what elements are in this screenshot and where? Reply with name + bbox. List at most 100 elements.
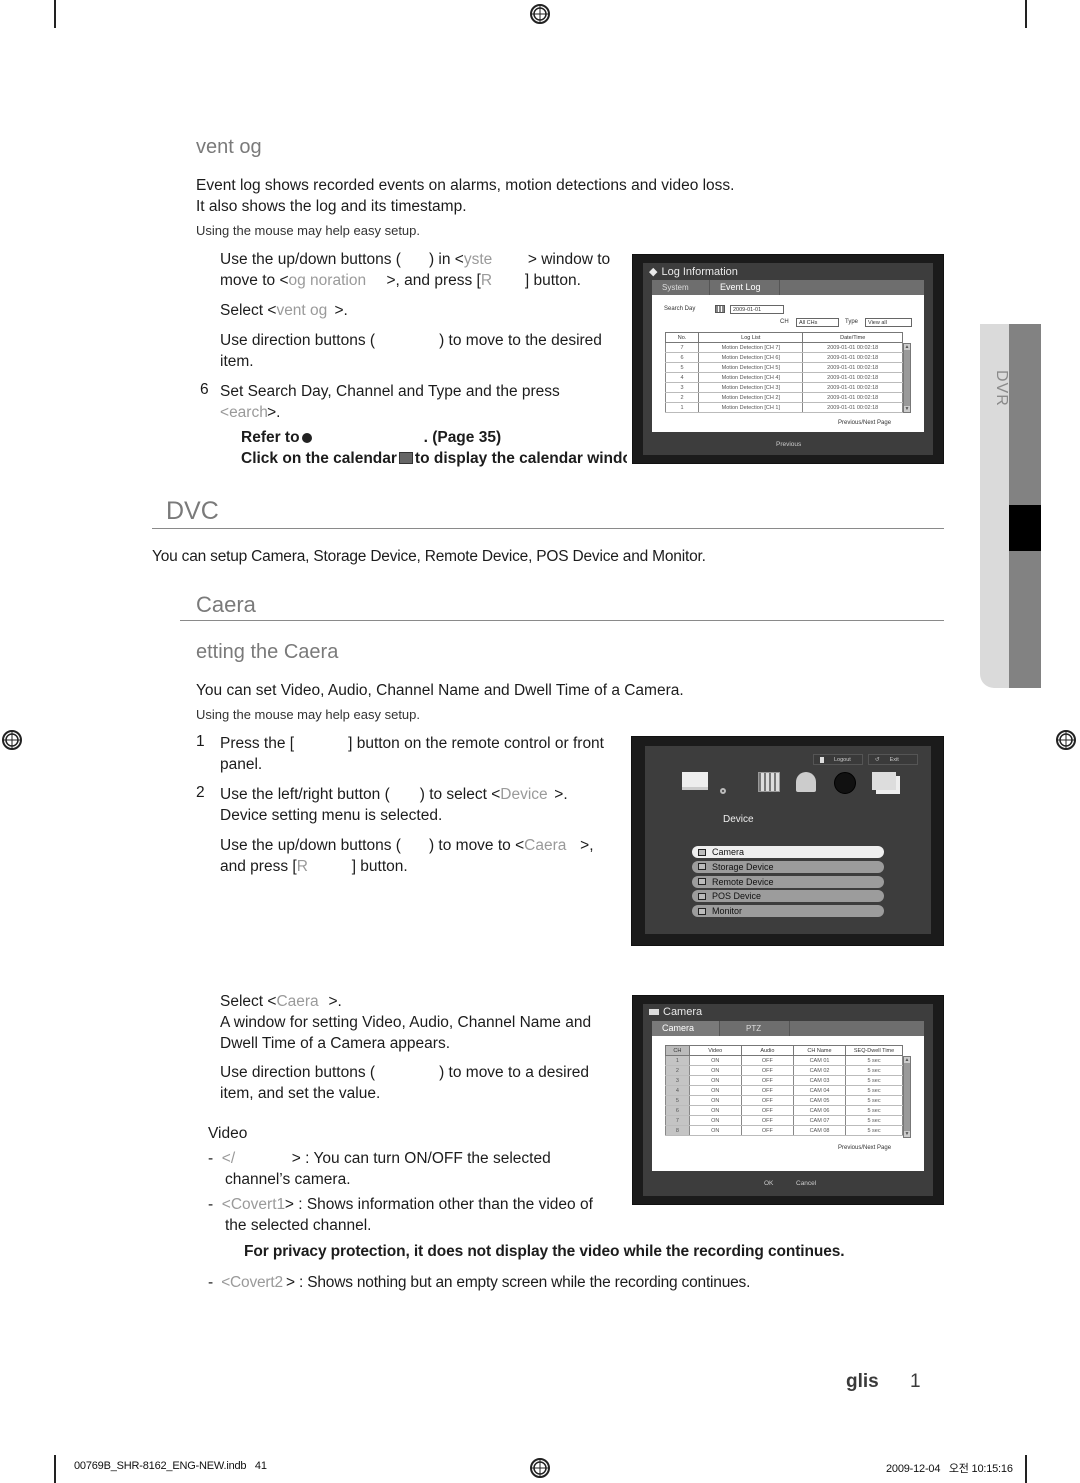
table-cell[interactable]: OFF xyxy=(740,1055,794,1066)
table-row[interactable]: 5 Motion Detection [CH 5] 2009-01-01 00:02… xyxy=(664,362,903,373)
backup-disc-icon[interactable] xyxy=(834,772,856,794)
table-row[interactable]: 6 ON OFF CAM 06 5 sec xyxy=(665,1105,903,1116)
log-scrollbar[interactable]: ▲ ▼ xyxy=(903,343,911,413)
ch-select[interactable]: All CHs xyxy=(796,318,839,327)
device-icon[interactable] xyxy=(720,788,726,794)
back-arrow-icon[interactable]: ◆ xyxy=(649,265,657,278)
table-cell[interactable]: OFF xyxy=(740,1115,794,1126)
tab-camera[interactable]: Camera xyxy=(652,1021,720,1036)
reference-icon xyxy=(301,433,312,443)
menu-item-remote-device[interactable]: Remote Device xyxy=(692,875,884,888)
channel-cell: 6 xyxy=(665,1105,690,1116)
monitor-settings-icon[interactable] xyxy=(682,772,708,790)
table-row[interactable]: 2 Motion Detection [CH 2] 2009-01-01 00:02… xyxy=(664,392,903,403)
logout-button[interactable]: Logout xyxy=(813,754,863,765)
table-cell[interactable]: 5 sec xyxy=(845,1085,903,1096)
crop-mark xyxy=(1025,1455,1027,1483)
monitor-icon xyxy=(698,907,706,915)
table-cell[interactable]: ON xyxy=(688,1085,742,1096)
table-cell: Motion Detection [CH 7] xyxy=(698,342,804,353)
crop-mark xyxy=(1025,0,1027,28)
table-cell[interactable]: ON xyxy=(688,1055,742,1066)
menu-item-pos-device[interactable]: POS Device xyxy=(692,890,884,903)
table-cell: 2009-01-01 00:02:18 xyxy=(802,392,903,403)
table-row[interactable]: 3 Motion Detection [CH 3] 2009-01-01 00:02… xyxy=(664,382,903,393)
camera-scrollbar[interactable]: ▲ ▼ xyxy=(903,1056,911,1138)
table-row[interactable]: 7 ON OFF CAM 07 5 sec xyxy=(665,1115,903,1126)
ok-button[interactable]: OK xyxy=(764,1180,773,1187)
tab-ptz[interactable]: PTZ xyxy=(720,1021,790,1036)
table-cell[interactable]: 5 sec xyxy=(845,1125,903,1136)
step-text: Use the up/down buttons ( xyxy=(220,251,401,268)
calendar-icon[interactable] xyxy=(715,305,725,313)
record-schedule-icon[interactable] xyxy=(758,772,780,792)
scroll-up-icon[interactable]: ▲ xyxy=(904,1057,910,1063)
camera-paging-link[interactable]: Previous/Next Page xyxy=(838,1145,891,1151)
event-step-3: Use direction buttons () to move to the … xyxy=(220,330,620,372)
network-icon[interactable] xyxy=(872,772,896,790)
table-cell[interactable]: OFF xyxy=(740,1105,794,1116)
video-option-covert2: - <Covert2 > : Shows nothing but an empty… xyxy=(208,1274,751,1291)
table-cell[interactable]: ON xyxy=(688,1125,742,1136)
table-row[interactable]: 8 ON OFF CAM 08 5 sec xyxy=(665,1125,903,1136)
table-row[interactable]: 4 Motion Detection [CH 4] 2009-01-01 00:02… xyxy=(664,372,903,383)
table-cell[interactable]: CAM 02 xyxy=(792,1065,847,1076)
table-row[interactable]: 5 ON OFF CAM 05 5 sec xyxy=(665,1095,903,1106)
table-cell[interactable]: CAM 03 xyxy=(792,1075,847,1086)
table-cell[interactable]: ON xyxy=(688,1065,742,1076)
table-cell: 2 xyxy=(664,392,700,403)
table-row[interactable]: 1 Motion Detection [CH 1] 2009-01-01 00:02… xyxy=(664,402,903,413)
cancel-button[interactable]: Cancel xyxy=(796,1180,816,1187)
menu-item-storage-device[interactable]: Storage Device xyxy=(692,860,884,873)
table-cell[interactable]: CAM 07 xyxy=(792,1115,847,1126)
table-cell[interactable]: 5 sec xyxy=(845,1095,903,1106)
table-cell[interactable]: ON xyxy=(688,1075,742,1086)
table-row[interactable]: 1 ON OFF CAM 01 5 sec xyxy=(665,1055,903,1066)
tab-event-log[interactable]: Event Log xyxy=(710,280,780,295)
table-row[interactable]: 6 Motion Detection [CH 6] 2009-01-01 00:02… xyxy=(664,352,903,363)
table-cell[interactable]: 5 sec xyxy=(845,1055,903,1066)
table-cell[interactable]: 5 sec xyxy=(845,1115,903,1126)
table-cell[interactable]: CAM 06 xyxy=(792,1105,847,1116)
table-cell[interactable]: OFF xyxy=(740,1085,794,1096)
exit-button[interactable]: ↺ Exit xyxy=(868,754,918,765)
scroll-down-icon[interactable]: ▼ xyxy=(904,406,910,412)
event-icon[interactable] xyxy=(796,772,816,792)
table-cell[interactable]: CAM 04 xyxy=(792,1085,847,1096)
table-row[interactable]: 3 ON OFF CAM 03 5 sec xyxy=(665,1075,903,1086)
registration-mark-icon xyxy=(2,730,22,750)
channel-cell: 3 xyxy=(665,1075,690,1086)
search-day-input[interactable]: 2009-01-01 xyxy=(730,305,784,314)
table-cell[interactable]: ON xyxy=(688,1105,742,1116)
note-text: to display the calendar window. xyxy=(414,450,627,467)
scroll-up-icon[interactable]: ▲ xyxy=(904,344,910,350)
remote-icon xyxy=(698,878,706,886)
log-paging-link[interactable]: Previous/Next Page xyxy=(838,420,891,426)
table-cell[interactable]: 5 sec xyxy=(845,1065,903,1076)
table-cell[interactable]: OFF xyxy=(740,1075,794,1086)
table-cell[interactable]: CAM 08 xyxy=(792,1125,847,1136)
scroll-down-icon[interactable]: ▼ xyxy=(904,1131,910,1137)
exit-icon: ↺ xyxy=(875,756,880,763)
menu-item-camera[interactable]: Camera xyxy=(692,846,884,858)
table-cell[interactable]: ON xyxy=(688,1115,742,1126)
table-cell[interactable]: CAM 05 xyxy=(792,1095,847,1106)
table-cell[interactable]: 5 sec xyxy=(845,1075,903,1086)
table-cell[interactable]: OFF xyxy=(740,1125,794,1136)
table-row[interactable]: 2 ON OFF CAM 02 5 sec xyxy=(665,1065,903,1076)
table-cell[interactable]: OFF xyxy=(740,1095,794,1106)
menu-item-monitor[interactable]: Monitor xyxy=(692,905,884,918)
menu-ref: Device xyxy=(500,786,548,803)
option-ref: Covert2 xyxy=(230,1274,283,1291)
table-row[interactable]: 7 Motion Detection [CH 7] 2009-01-01 00:02… xyxy=(664,342,903,353)
table-cell[interactable]: OFF xyxy=(740,1065,794,1076)
table-row[interactable]: 4 ON OFF CAM 04 5 sec xyxy=(665,1085,903,1096)
option-ref: Covert1 xyxy=(230,1196,286,1213)
table-cell[interactable]: CAM 01 xyxy=(792,1055,847,1066)
type-select[interactable]: View all xyxy=(865,318,912,327)
tab-system-log[interactable]: System Log xyxy=(652,280,710,307)
previous-button[interactable]: Previous xyxy=(776,441,801,448)
window-title-text: Log Information xyxy=(661,265,738,278)
table-cell[interactable]: 5 sec xyxy=(845,1105,903,1116)
table-cell[interactable]: ON xyxy=(688,1095,742,1106)
